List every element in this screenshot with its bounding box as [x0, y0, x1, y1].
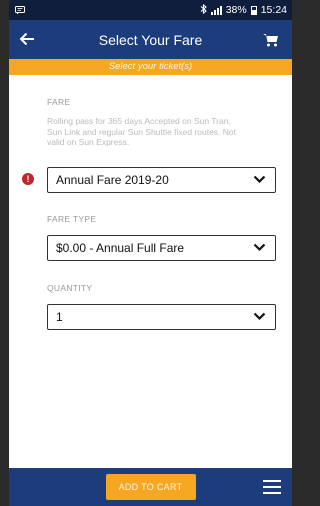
battery-icon: [250, 5, 257, 15]
fare-select[interactable]: Annual Fare 2019-20: [47, 166, 276, 193]
select-ticket-banner: Select your ticket(s): [9, 59, 292, 75]
fare-description: Rolling pass for 365 days Accepted on Su…: [47, 116, 237, 147]
fare-type-value: $0.00 - Annual Full Fare: [56, 240, 185, 255]
chevron-down-icon: [253, 243, 266, 252]
clock: 15:24: [260, 4, 287, 16]
page-title: Select Your Fare: [98, 31, 203, 48]
quantity-value: 1: [56, 309, 63, 324]
fare-type-row: $0.00 - Annual Full Fare: [47, 234, 276, 261]
battery-percent: 38%: [225, 4, 247, 16]
fare-form: FARE Rolling pass for 365 days Accepted …: [9, 75, 292, 330]
fare-select-value: Annual Fare 2019-20: [56, 172, 169, 187]
cart-icon[interactable]: [260, 30, 282, 50]
status-bar: 38% 15:24: [9, 0, 292, 20]
back-arrow-icon[interactable]: [19, 30, 43, 50]
quantity-label: QUANTITY: [47, 282, 93, 293]
quantity-row: 1: [47, 303, 276, 330]
hamburger-menu-icon[interactable]: [263, 480, 281, 494]
error-icon: !: [22, 172, 34, 185]
bluetooth-icon: [200, 3, 207, 17]
bottom-bar: ADD TO CART: [9, 468, 292, 506]
fare-type-label: FARE TYPE: [47, 213, 97, 224]
chevron-down-icon: [253, 312, 266, 321]
signal-icon: [210, 5, 222, 15]
chevron-down-icon: [253, 175, 266, 184]
app-header: Select Your Fare: [9, 20, 292, 59]
add-to-cart-button[interactable]: ADD TO CART: [105, 474, 196, 500]
notification-icon: [15, 5, 25, 15]
fare-type-select[interactable]: $0.00 - Annual Full Fare: [47, 234, 276, 261]
fare-select-row: ! Annual Fare 2019-20: [22, 166, 276, 193]
app-screen: 38% 15:24 Select Your Fare Select your t…: [9, 0, 292, 506]
fare-label: FARE: [47, 97, 71, 107]
quantity-select[interactable]: 1: [47, 303, 276, 330]
